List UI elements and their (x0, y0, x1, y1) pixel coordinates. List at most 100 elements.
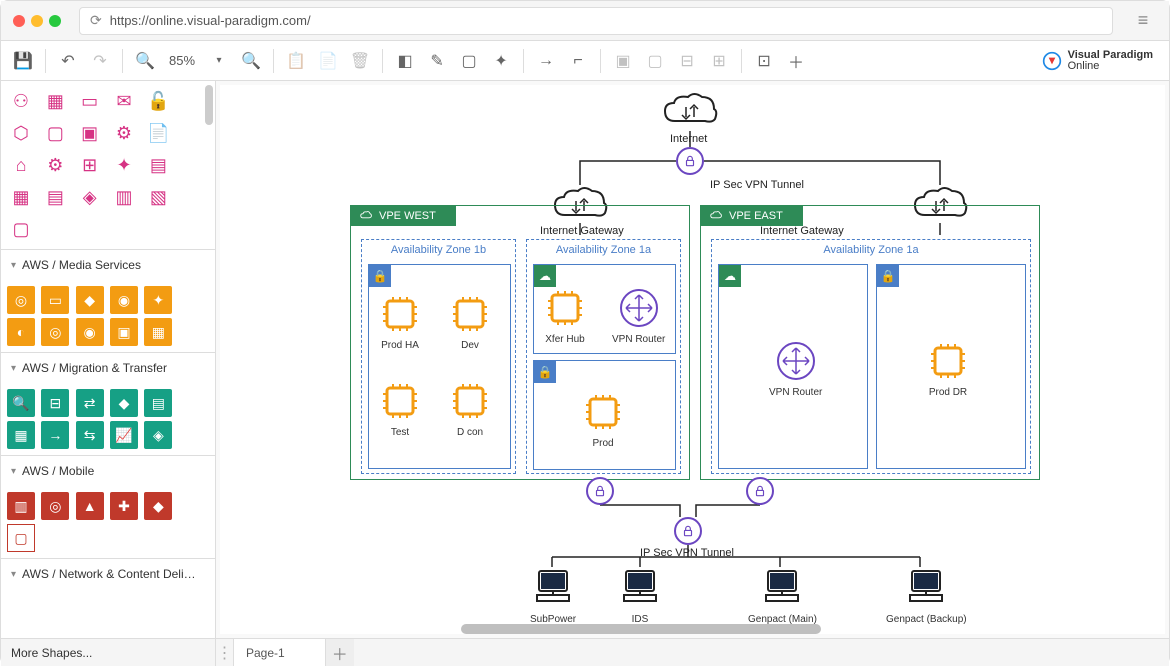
accordion-media-services[interactable]: ▾AWS / Media Services (1, 249, 215, 280)
zoom-value[interactable]: 85% (163, 53, 201, 68)
add-button[interactable]: ＋ (782, 47, 810, 75)
az-1b[interactable]: Availability Zone 1b 🔒 Prod HA Dev (361, 239, 516, 474)
internet-cloud-icon[interactable] (660, 91, 720, 134)
shadow-button[interactable]: ▢ (455, 47, 483, 75)
distribute-button[interactable]: ⊞ (705, 47, 733, 75)
node-prod-ha[interactable]: Prod HA (379, 293, 421, 351)
shape-icon[interactable]: ⚙ (110, 119, 138, 147)
zoom-out-button[interactable]: 🔍 (131, 47, 159, 75)
shape-icon[interactable]: ⊟ (41, 389, 69, 417)
shape-icon[interactable]: ◈ (144, 421, 172, 449)
shape-icon[interactable]: 📄 (144, 119, 172, 147)
shape-icon[interactable]: 📈 (110, 421, 138, 449)
url-bar[interactable]: ⟳ (79, 7, 1113, 35)
canvas-area[interactable]: Internet IP Sec VPN Tunnel Internet Gate… (216, 81, 1169, 638)
shape-icon[interactable]: ▲ (76, 492, 104, 520)
shape-icon[interactable]: ▤ (144, 389, 172, 417)
shape-icon[interactable]: ◉ (76, 318, 104, 346)
diagram[interactable]: Internet IP Sec VPN Tunnel Internet Gate… (220, 85, 1165, 634)
front-button[interactable]: ▣ (609, 47, 637, 75)
style-button[interactable]: ✦ (487, 47, 515, 75)
shape-icon[interactable]: ▦ (7, 183, 35, 211)
shape-icon[interactable]: ◉ (110, 286, 138, 314)
delete-button[interactable]: 🗑 (346, 47, 374, 75)
back-button[interactable]: ▢ (641, 47, 669, 75)
vpe-west-container[interactable]: VPE WEST Availability Zone 1b 🔒 Prod HA (350, 205, 690, 480)
shape-icon[interactable]: ◆ (110, 389, 138, 417)
server-genpact-backup[interactable]: Genpact (Backup) (886, 565, 967, 625)
shape-icon[interactable]: ▦ (41, 87, 69, 115)
server-subpower[interactable]: SubPower (530, 565, 576, 625)
shape-icon[interactable]: ⚇ (7, 87, 35, 115)
accordion-migration[interactable]: ▾AWS / Migration & Transfer (1, 352, 215, 383)
url-input[interactable] (110, 13, 1102, 28)
align-button[interactable]: ⊟ (673, 47, 701, 75)
ipsec-lock-top-icon[interactable] (676, 147, 704, 175)
subnet-east-private[interactable]: 🔒 Prod DR (876, 264, 1026, 469)
shape-icon[interactable]: ▤ (41, 183, 69, 211)
shape-icon[interactable]: → (41, 421, 69, 449)
ipsec-lock-bottom-icon[interactable] (674, 517, 702, 545)
redo-button[interactable]: ↷ (86, 47, 114, 75)
copy-button[interactable]: 📋 (282, 47, 310, 75)
save-button[interactable]: 💾 (9, 47, 37, 75)
shape-icon[interactable]: ▤ (144, 151, 172, 179)
minimize-window-icon[interactable] (31, 15, 43, 27)
shape-icon[interactable]: ▢ (7, 215, 35, 243)
shape-icon[interactable]: ▢ (7, 524, 35, 552)
server-ids[interactable]: IDS (618, 565, 662, 625)
accordion-network[interactable]: ▾AWS / Network & Content Deli… (1, 558, 215, 589)
shape-icon[interactable]: ▦ (144, 318, 172, 346)
shape-icon[interactable]: ▥ (7, 492, 35, 520)
shape-icon[interactable]: ◆ (144, 492, 172, 520)
shape-icon[interactable]: ⇄ (76, 389, 104, 417)
shape-icon[interactable]: ▣ (110, 318, 138, 346)
shape-icon[interactable]: ⊞ (76, 151, 104, 179)
az-1a-west[interactable]: Availability Zone 1a ☁ Xfer Hub VPN Rout… (526, 239, 681, 474)
shape-icon[interactable]: ▣ (76, 119, 104, 147)
shape-icon[interactable]: ▭ (41, 286, 69, 314)
waypoint-button[interactable]: ⌐ (564, 47, 592, 75)
subnet-east-public[interactable]: ☁ VPN Router (718, 264, 868, 469)
subnet-1a-public[interactable]: ☁ Xfer Hub VPN Router (533, 264, 676, 354)
add-page-button[interactable]: ＋ (326, 639, 354, 666)
shape-icon[interactable]: ◈ (76, 183, 104, 211)
shape-icon[interactable]: ▥ (110, 183, 138, 211)
shape-icon[interactable]: 🔍 (7, 389, 35, 417)
node-dcon[interactable]: D con (449, 380, 491, 438)
zoom-in-button[interactable]: 🔍 (237, 47, 265, 75)
shape-icon[interactable]: ◎ (41, 492, 69, 520)
shape-icon[interactable]: ◎ (7, 286, 35, 314)
node-test[interactable]: Test (379, 380, 421, 438)
browser-menu-icon[interactable]: ≡ (1129, 7, 1157, 35)
fill-button[interactable]: ◧ (391, 47, 419, 75)
node-vpn-router-west[interactable]: VPN Router (612, 287, 665, 345)
paste-button[interactable]: 📄 (314, 47, 342, 75)
shape-icon[interactable]: ⇆ (76, 421, 104, 449)
accordion-mobile[interactable]: ▾AWS / Mobile (1, 455, 215, 486)
shape-icon[interactable]: ◆ (76, 286, 104, 314)
shape-icon[interactable]: ✦ (144, 286, 172, 314)
shape-icon[interactable]: 🔓 (144, 87, 172, 115)
reload-icon[interactable]: ⟳ (90, 12, 102, 29)
shape-icon[interactable]: ✚ (110, 492, 138, 520)
vpe-east-container[interactable]: VPE EAST Availability Zone 1a ☁ VPN Rout… (700, 205, 1040, 480)
shape-icon[interactable]: ▦ (7, 421, 35, 449)
node-vpn-router-east[interactable]: VPN Router (769, 340, 822, 398)
zoom-dropdown[interactable]: ▾ (205, 47, 233, 75)
undo-button[interactable]: ↶ (54, 47, 82, 75)
shape-icon[interactable]: ⌂ (7, 151, 35, 179)
more-shapes-button[interactable]: More Shapes... (1, 639, 216, 666)
subnet-1b[interactable]: 🔒 Prod HA Dev Test (368, 264, 511, 469)
subnet-1a-private[interactable]: 🔒 Prod (533, 360, 676, 470)
shape-icon[interactable]: ⬡ (7, 119, 35, 147)
shape-icon[interactable]: ✦ (110, 151, 138, 179)
sidebar-scrollbar[interactable] (205, 85, 213, 125)
shape-icon[interactable]: ◐ (7, 318, 35, 346)
node-prod[interactable]: Prod (582, 391, 624, 449)
server-genpact-main[interactable]: Genpact (Main) (748, 565, 817, 625)
canvas-hscroll[interactable] (461, 624, 821, 634)
node-prod-dr[interactable]: Prod DR (927, 340, 969, 398)
west-lock-icon[interactable] (586, 477, 614, 505)
shape-icon[interactable]: ▧ (144, 183, 172, 211)
